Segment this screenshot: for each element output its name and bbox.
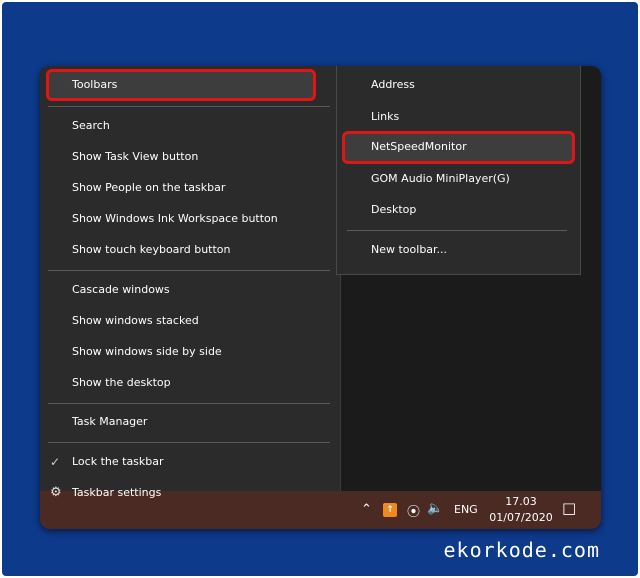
menu-item-show-ink-workspace[interactable]: Show Windows Ink Workspace button: [48, 205, 328, 233]
menu-separator: [48, 106, 330, 107]
menu-item-show-touch-keyboard[interactable]: Show touch keyboard button: [48, 236, 328, 264]
menu-item-label: Show windows side by side: [72, 345, 222, 358]
notification-icon[interactable]: □: [562, 499, 576, 517]
menu-item-label: Show the desktop: [72, 376, 171, 389]
submenu-item-desktop[interactable]: Desktop: [337, 196, 580, 224]
menu-separator: [48, 442, 330, 443]
menu-item-search-label: Search: [72, 119, 110, 132]
menu-item-taskbar-settings[interactable]: ⚙ Taskbar settings: [48, 479, 328, 507]
menu-item-label: Task Manager: [72, 415, 148, 428]
submenu-item-label: GOM Audio MiniPlayer(G): [371, 172, 510, 185]
clock-date: 01/07/2020: [489, 511, 553, 524]
submenu-item-new-toolbar[interactable]: New toolbar...: [337, 236, 580, 264]
menu-item-task-manager[interactable]: Task Manager: [48, 408, 328, 436]
menu-item-show-task-view[interactable]: Show Task View button: [48, 143, 328, 171]
menu-item-label: Show Task View button: [72, 150, 199, 163]
app-tray-icon[interactable]: ↑: [383, 503, 397, 517]
watermark: ekorkode.com: [443, 538, 600, 562]
menu-item-label: Taskbar settings: [72, 486, 162, 499]
volume-icon[interactable]: 🔈: [427, 501, 443, 516]
menu-item-windows-stacked[interactable]: Show windows stacked: [48, 307, 328, 335]
clock-time: 17.03: [505, 495, 537, 508]
checkmark-icon: ✓: [50, 455, 61, 469]
menu-item-label: Show touch keyboard button: [72, 243, 231, 256]
menu-item-label: Show Windows Ink Workspace button: [72, 212, 278, 225]
menu-item-label: Lock the taskbar: [72, 455, 164, 468]
taskbar-context-menu: Toolbars › Search › Show Task View butto…: [40, 66, 342, 500]
submenu-item-label: Desktop: [371, 203, 417, 216]
submenu-item-netspeedmonitor[interactable]: NetSpeedMonitor: [337, 133, 580, 161]
menu-item-search[interactable]: Search ›: [48, 112, 342, 140]
submenu-item-label: Links: [371, 110, 400, 123]
menu-item-cascade-windows[interactable]: Cascade windows: [48, 276, 328, 304]
toolbars-submenu: Address Links NetSpeedMonitor GOM Audio …: [336, 66, 581, 275]
clock[interactable]: 17.03 01/07/2020: [488, 494, 554, 526]
submenu-item-label: New toolbar...: [371, 243, 448, 256]
menu-item-label: Show windows stacked: [72, 314, 199, 327]
menu-separator: [48, 403, 330, 404]
submenu-separator: [347, 230, 567, 231]
menu-item-toolbars-label: Toolbars: [72, 78, 118, 91]
menu-item-windows-side-by-side[interactable]: Show windows side by side: [48, 338, 328, 366]
menu-item-label: Show People on the taskbar: [72, 181, 226, 194]
submenu-item-links[interactable]: Links: [337, 103, 580, 131]
menu-item-show-desktop[interactable]: Show the desktop: [48, 369, 328, 397]
submenu-item-address[interactable]: Address: [337, 71, 580, 99]
chevron-up-icon[interactable]: ⌃: [361, 502, 372, 517]
language-indicator[interactable]: ENG: [454, 503, 478, 516]
gear-icon: ⚙: [50, 485, 62, 500]
menu-item-lock-taskbar[interactable]: ✓ Lock the taskbar: [48, 448, 328, 476]
submenu-item-gom-audio[interactable]: GOM Audio MiniPlayer(G): [337, 165, 580, 193]
submenu-item-label: Address: [371, 78, 415, 91]
submenu-item-label: NetSpeedMonitor: [371, 140, 467, 153]
desktop-screen: ⌃ ↑ ⦿ 🔈 ENG 17.03 01/07/2020 □ Toolbars …: [40, 66, 601, 529]
menu-item-label: Cascade windows: [72, 283, 170, 296]
menu-item-toolbars[interactable]: Toolbars ›: [48, 71, 342, 99]
menu-item-show-people[interactable]: Show People on the taskbar: [48, 174, 328, 202]
menu-separator: [48, 270, 330, 271]
wifi-icon[interactable]: ⦿: [407, 501, 420, 520]
